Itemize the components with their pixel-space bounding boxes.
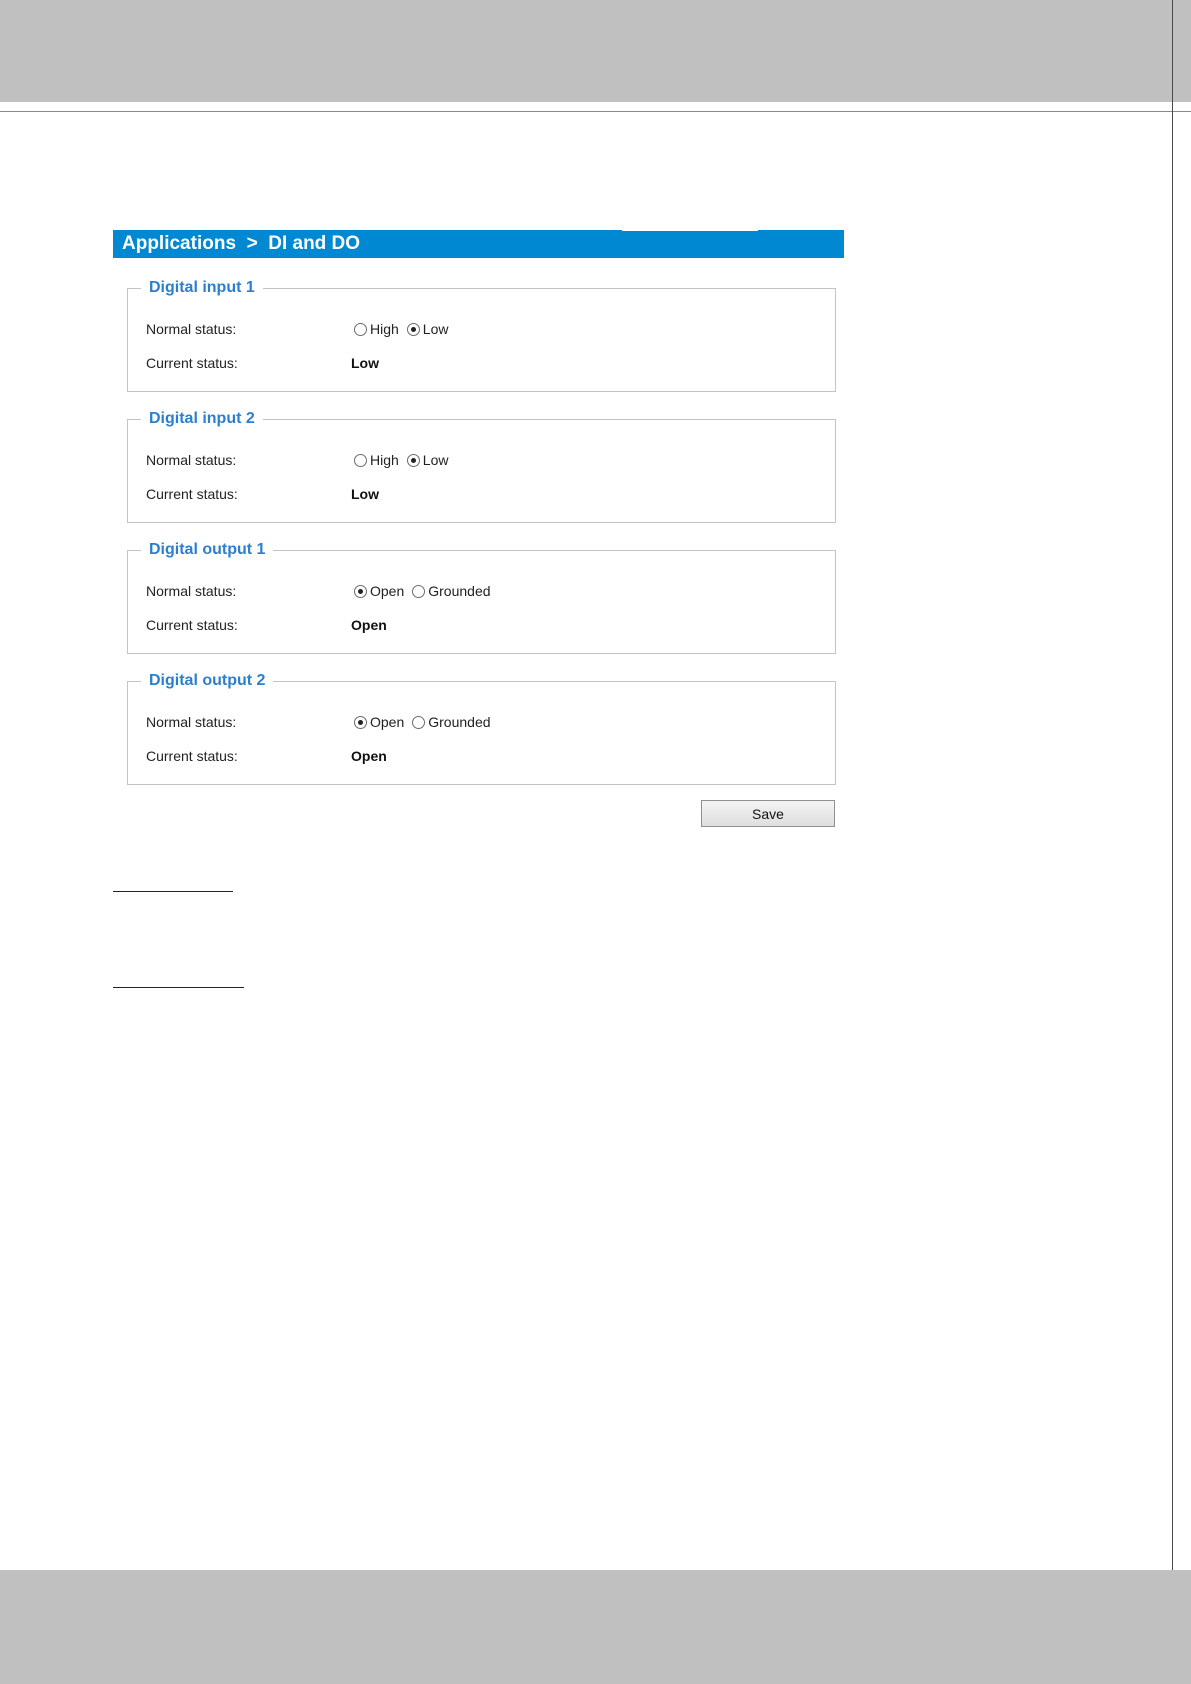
normal-status-radio-group: Open Grounded (354, 582, 499, 600)
radio-grounded[interactable]: Grounded (412, 713, 491, 731)
page-title-bar: Applications > DI and DO (113, 230, 844, 258)
blank-underline (113, 891, 233, 892)
radio-checked-icon[interactable] (354, 584, 367, 598)
current-status-label: Current status: (146, 486, 238, 502)
radio-grounded[interactable]: Grounded (412, 582, 491, 600)
radio-label: Grounded (428, 714, 491, 730)
group-legend: Digital input 1 (141, 278, 263, 298)
group-legend: Digital input 2 (141, 409, 263, 429)
current-status-label: Current status: (146, 355, 238, 371)
radio-open[interactable]: Open (354, 713, 404, 731)
radio-label: High (370, 321, 399, 337)
digital-input-1-group: Digital input 1 Normal status: High Low … (127, 278, 836, 392)
page-header-band (0, 0, 1191, 102)
blank-underline (113, 987, 244, 988)
radio-label: Open (370, 583, 405, 599)
radio-unchecked-icon[interactable] (412, 715, 426, 729)
normal-status-label: Normal status: (146, 714, 237, 730)
digital-output-1-group: Digital output 1 Normal status: Open Gro… (127, 540, 836, 654)
radio-unchecked-icon[interactable] (354, 322, 367, 336)
current-status-value: Low (351, 486, 379, 502)
radio-open[interactable]: Open (354, 582, 404, 600)
radio-unchecked-icon[interactable] (354, 453, 367, 467)
radio-high[interactable]: High (354, 320, 399, 338)
page-edge-line (1172, 0, 1173, 1684)
normal-status-radio-group: High Low (354, 320, 456, 338)
page-footer-band (0, 1570, 1191, 1684)
normal-status-label: Normal status: (146, 321, 237, 337)
current-status-label: Current status: (146, 748, 238, 764)
radio-high[interactable]: High (354, 451, 399, 469)
normal-status-label: Normal status: (146, 452, 237, 468)
current-status-label: Current status: (146, 617, 238, 633)
radio-checked-icon[interactable] (354, 715, 367, 729)
radio-unchecked-icon[interactable] (412, 584, 426, 598)
radio-low[interactable]: Low (406, 320, 449, 338)
radio-checked-icon[interactable] (406, 322, 420, 336)
current-status-value: Open (351, 748, 387, 764)
current-status-value: Low (351, 355, 379, 371)
radio-low[interactable]: Low (406, 451, 449, 469)
radio-label: Open (370, 714, 405, 730)
current-status-value: Open (351, 617, 387, 633)
radio-label: Low (422, 321, 449, 337)
digital-input-2-group: Digital input 2 Normal status: High Low … (127, 409, 836, 523)
save-button[interactable]: Save (701, 800, 835, 827)
group-legend: Digital output 2 (141, 671, 274, 691)
radio-label: Grounded (428, 583, 491, 599)
title-bar-notch (622, 229, 758, 231)
digital-output-2-group: Digital output 2 Normal status: Open Gro… (127, 671, 836, 785)
radio-label: High (370, 452, 399, 468)
normal-status-radio-group: High Low (354, 451, 456, 469)
radio-checked-icon[interactable] (406, 453, 420, 467)
group-legend: Digital output 1 (141, 540, 274, 560)
radio-label: Low (422, 452, 449, 468)
normal-status-label: Normal status: (146, 583, 237, 599)
header-divider (0, 111, 1191, 112)
page-title: Applications > DI and DO (122, 233, 361, 254)
normal-status-radio-group: Open Grounded (354, 713, 499, 731)
